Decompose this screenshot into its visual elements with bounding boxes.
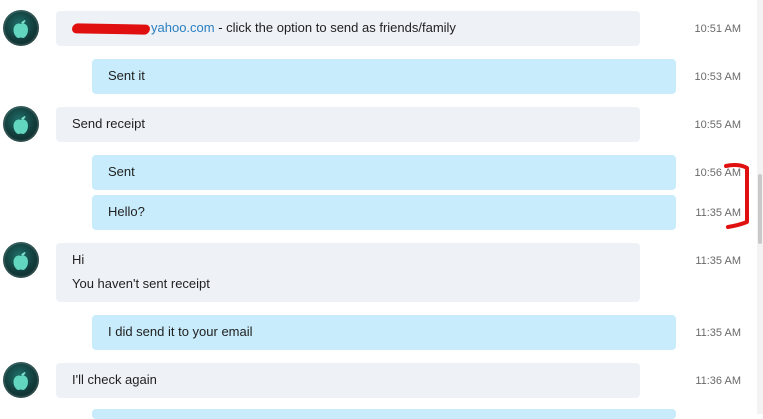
contact-avatar[interactable] bbox=[3, 10, 39, 46]
message-timestamp: 11:35 AM bbox=[695, 255, 741, 267]
apple-avatar-icon bbox=[13, 372, 28, 390]
message-timestamp: 10:51 AM bbox=[694, 23, 741, 35]
message-text: Sent bbox=[108, 164, 135, 179]
message-text: I did send it to your email bbox=[108, 324, 253, 339]
email-link[interactable]: yahoo.com bbox=[151, 20, 215, 35]
contact-avatar[interactable] bbox=[3, 242, 39, 278]
contact-avatar[interactable] bbox=[3, 362, 39, 398]
message-bubble-incoming[interactable]: I'll check again bbox=[56, 363, 640, 398]
message-bubble-outgoing[interactable]: Sent it bbox=[92, 59, 676, 94]
apple-avatar-icon bbox=[13, 252, 28, 270]
message-bubble-outgoing[interactable]: I did send it to your email bbox=[92, 315, 676, 350]
message-text: Sent it bbox=[108, 68, 145, 83]
message-text-line: You haven't sent receipt bbox=[72, 276, 210, 291]
message-timestamp: 10:53 AM bbox=[694, 71, 741, 83]
message-timestamp: 11:36 AM bbox=[695, 375, 741, 387]
message-bubble-outgoing[interactable] bbox=[92, 409, 676, 419]
message-text: Send receipt bbox=[72, 116, 145, 131]
redaction-mark bbox=[71, 22, 151, 35]
message-bubble-incoming[interactable]: Send receipt bbox=[56, 107, 640, 142]
message-timestamp: 10:55 AM bbox=[694, 119, 741, 131]
red-bracket-annotation bbox=[724, 162, 749, 229]
message-text: I'll check again bbox=[72, 372, 157, 387]
contact-avatar[interactable] bbox=[3, 106, 39, 142]
message-text-line: Hi bbox=[72, 252, 85, 267]
message-bubble-outgoing[interactable]: Hello? bbox=[92, 195, 676, 230]
message-text: Hello? bbox=[108, 204, 145, 219]
scrollbar-thumb[interactable] bbox=[758, 174, 762, 244]
message-bubble-incoming[interactable]: Hi You haven't sent receipt bbox=[56, 243, 640, 302]
message-bubble-incoming[interactable]: yahoo.com - click the option to send as … bbox=[56, 11, 640, 46]
message-timestamp: 11:35 AM bbox=[695, 327, 741, 339]
apple-avatar-icon bbox=[13, 116, 28, 134]
apple-avatar-icon bbox=[13, 20, 28, 38]
message-bubble-outgoing[interactable]: Sent bbox=[92, 155, 676, 190]
message-text: - click the option to send as friends/fa… bbox=[214, 20, 456, 35]
